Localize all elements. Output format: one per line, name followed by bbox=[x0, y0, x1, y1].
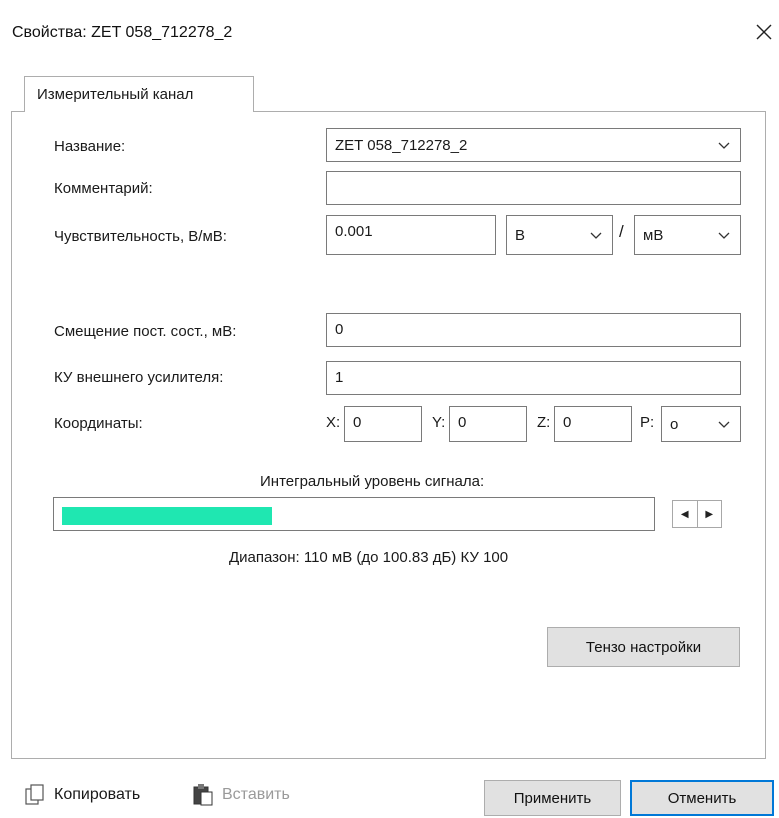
coord-p-select[interactable]: o bbox=[661, 406, 741, 442]
window-title: Свойства: ZET 058_712278_2 bbox=[12, 24, 233, 41]
coord-x-input[interactable]: 0 bbox=[344, 406, 422, 442]
name-value: ZET 058_712278_2 bbox=[335, 136, 468, 154]
offset-input[interactable]: 0 bbox=[326, 313, 741, 347]
gain-input[interactable]: 1 bbox=[326, 361, 741, 395]
sensitivity-label: Чувствительность, В/мВ: bbox=[54, 228, 227, 245]
comment-input[interactable] bbox=[326, 171, 741, 205]
name-select[interactable]: ZET 058_712278_2 bbox=[326, 128, 741, 162]
chevron-down-icon bbox=[590, 232, 602, 239]
coords-label: Координаты: bbox=[54, 415, 143, 432]
chevron-down-icon bbox=[718, 232, 730, 239]
paste-label: Вставить bbox=[222, 786, 290, 803]
level-spinner[interactable]: ◀ ▶ bbox=[672, 500, 722, 528]
chevron-down-icon bbox=[718, 421, 730, 428]
unit-denominator-value: мВ bbox=[643, 226, 664, 244]
tab-measuring-channel[interactable]: Измерительный канал bbox=[24, 76, 254, 112]
signal-level-label: Интегральный уровень сигнала: bbox=[260, 473, 485, 490]
unit-numerator-select[interactable]: В bbox=[506, 215, 613, 255]
coord-p-label: P: bbox=[640, 414, 655, 431]
coord-p-value: o bbox=[670, 415, 679, 433]
coord-z-input[interactable]: 0 bbox=[554, 406, 632, 442]
cancel-button[interactable]: Отменить bbox=[630, 780, 774, 816]
coord-z-label: Z: bbox=[537, 414, 551, 431]
offset-label: Смещение пост. сост., мВ: bbox=[54, 323, 237, 340]
signal-level-bar bbox=[53, 497, 655, 531]
apply-button[interactable]: Применить bbox=[484, 780, 621, 816]
copy-label: Копировать bbox=[54, 786, 141, 803]
unit-separator: / bbox=[619, 222, 624, 241]
arrow-left-icon[interactable]: ◀ bbox=[673, 501, 697, 527]
unit-denominator-select[interactable]: мВ bbox=[634, 215, 741, 255]
paste-icon bbox=[193, 784, 213, 806]
range-text: Диапазон: 110 мВ (до 100.83 дБ) КУ 100 bbox=[229, 549, 509, 566]
gain-label: КУ внешнего усилителя: bbox=[54, 369, 224, 386]
chevron-down-icon bbox=[718, 142, 730, 149]
coord-y-label: Y: bbox=[432, 414, 446, 431]
coord-y-input[interactable]: 0 bbox=[449, 406, 527, 442]
tenso-settings-button[interactable]: Тензо настройки bbox=[547, 627, 740, 667]
paste-button[interactable]: Вставить bbox=[192, 783, 290, 807]
copy-icon bbox=[25, 784, 44, 805]
name-label: Название: bbox=[54, 138, 126, 155]
coord-x-label: X: bbox=[326, 414, 341, 431]
unit-numerator-value: В bbox=[515, 226, 526, 244]
arrow-right-icon[interactable]: ▶ bbox=[696, 501, 722, 527]
comment-label: Комментарий: bbox=[54, 180, 153, 197]
close-icon[interactable] bbox=[750, 18, 778, 46]
sensitivity-input[interactable]: 0.001 bbox=[326, 215, 496, 255]
copy-button[interactable]: Копировать bbox=[24, 783, 140, 807]
signal-level-fill bbox=[62, 507, 272, 525]
